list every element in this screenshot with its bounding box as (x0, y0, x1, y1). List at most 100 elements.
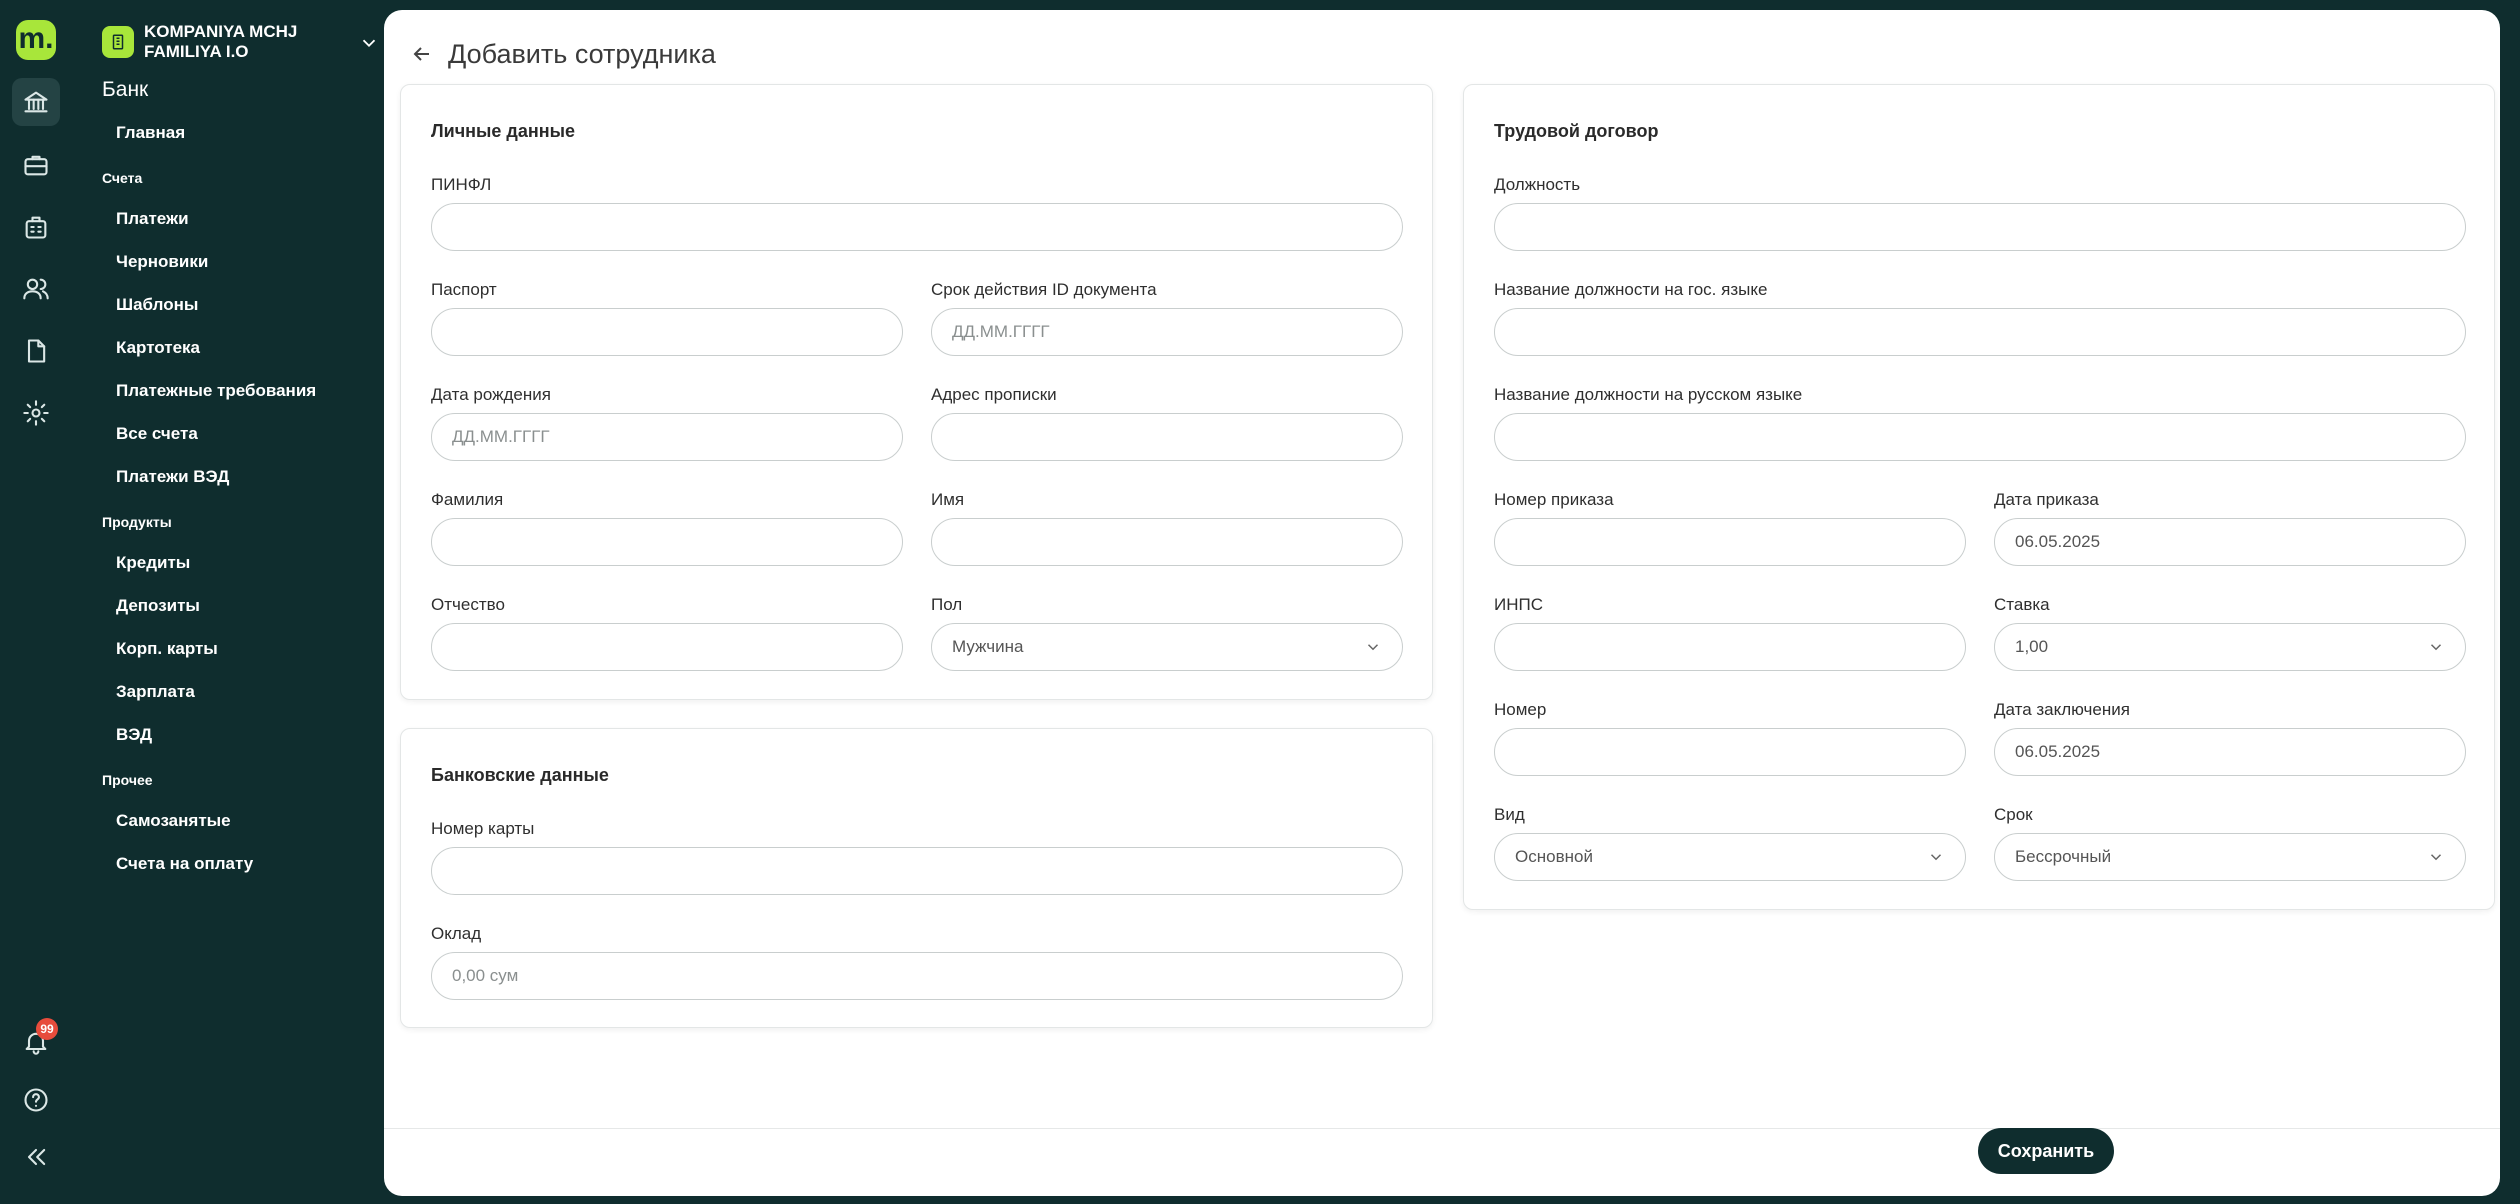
page-title: Добавить сотрудника (448, 38, 716, 69)
document-icon (27, 339, 46, 363)
address-label: Адрес прописки (931, 385, 1057, 404)
rail-help-button[interactable] (12, 1076, 60, 1124)
rail-collapse-button[interactable] (12, 1133, 60, 1181)
patronymic-label: Отчество (431, 595, 505, 614)
briefcase-icon (24, 155, 48, 176)
rail-users-button[interactable] (12, 265, 60, 313)
name-label: Имя (931, 490, 965, 509)
building-icon (112, 34, 124, 50)
menu-section-products: Продукты (102, 514, 172, 530)
sidebar-item-templates[interactable]: Шаблоны (116, 295, 198, 315)
sidebar-item-payments[interactable]: Платежи (116, 209, 189, 229)
gender-label: Пол (931, 595, 963, 614)
inps-label: ИНПС (1494, 595, 1543, 614)
users-icon (23, 278, 49, 300)
doc-expiry-label: Срок действия ID документа (931, 280, 1157, 299)
sidebar-item-fea[interactable]: ВЭД (116, 725, 152, 745)
doc-expiry-input[interactable] (931, 308, 1403, 356)
double-chevron-left-icon (27, 1148, 46, 1166)
menu-section-other: Прочее (102, 772, 153, 788)
save-button[interactable]: Сохранить (1978, 1128, 2114, 1174)
rate-value: 1,00 (2015, 637, 2049, 656)
page-header: Добавить сотрудника (410, 34, 716, 74)
position-ru-label: Название должности на русском языке (1494, 385, 1803, 404)
sidebar-item-corp-cards[interactable]: Корп. карты (116, 639, 218, 659)
order-date-input[interactable] (1994, 518, 2466, 566)
position-state-label: Название должности на гос. языке (1494, 280, 1768, 299)
rail-calculator-button[interactable] (12, 203, 60, 251)
term-label: Срок (1994, 805, 2033, 824)
sidebar-item-self-employed[interactable]: Самозанятые (116, 811, 231, 831)
surname-input[interactable] (431, 518, 903, 566)
address-input[interactable] (931, 413, 1403, 461)
sidebar-item-drafts[interactable]: Черновики (116, 252, 208, 272)
position-input[interactable] (1494, 203, 2466, 251)
sidebar-item-credits[interactable]: Кредиты (116, 553, 190, 573)
help-icon (24, 1088, 48, 1112)
conclusion-date-input[interactable] (1994, 728, 2466, 776)
gender-value: Мужчина (952, 637, 1024, 656)
menu-title: Банк (102, 78, 149, 101)
chevron-down-icon (362, 39, 376, 48)
chevron-down-icon (2430, 644, 2442, 651)
name-input[interactable] (931, 518, 1403, 566)
passport-label: Паспорт (431, 280, 497, 299)
back-arrow-icon[interactable] (410, 42, 434, 66)
card-number-input[interactable] (431, 847, 1403, 895)
patronymic-input[interactable] (431, 623, 903, 671)
contract-title: Трудовой договор (1494, 121, 1659, 141)
personal-data-card: Личные данные ПИНФЛ Паспорт Срок действи… (400, 84, 1433, 700)
gender-select[interactable]: Мужчина (931, 623, 1403, 671)
rail-bank-button[interactable] (12, 78, 60, 126)
type-value: Основной (1515, 847, 1593, 866)
calculator-bag-icon (25, 216, 47, 239)
pinfl-input[interactable] (431, 203, 1403, 251)
sidebar-item-all-accounts[interactable]: Все счета (116, 424, 198, 444)
personal-data-title: Личные данные (431, 121, 575, 141)
conclusion-date-label: Дата заключения (1994, 700, 2130, 719)
term-select[interactable]: Бессрочный (1994, 833, 2466, 881)
order-date-label: Дата приказа (1994, 490, 2099, 509)
bank-data-card: Банковские данные Номер карты Оклад (400, 728, 1433, 1028)
rail-settings-button[interactable] (12, 389, 60, 437)
employment-contract-card: Трудовой договор Должность Название долж… (1463, 84, 2495, 910)
surname-label: Фамилия (431, 490, 504, 509)
app-logo[interactable]: m. (16, 20, 56, 60)
sidebar-item-salary[interactable]: Зарплата (116, 682, 195, 702)
position-ru-input[interactable] (1494, 413, 2466, 461)
rail-briefcase-button[interactable] (12, 141, 60, 189)
sidebar-item-payment-requests[interactable]: Платежные требования (116, 381, 316, 401)
order-number-input[interactable] (1494, 518, 1966, 566)
type-label: Вид (1494, 805, 1525, 824)
sidebar-item-invoices[interactable]: Счета на оплату (116, 854, 253, 874)
company-name: KOMPANIYA MCHJ FAMILIYA I.O (144, 22, 298, 61)
number-input[interactable] (1494, 728, 1966, 776)
order-number-label: Номер приказа (1494, 490, 1614, 509)
bank-data-title: Банковские данные (431, 765, 609, 785)
term-value: Бессрочный (2015, 847, 2112, 866)
company-chevron[interactable] (358, 32, 380, 59)
birth-date-input[interactable] (431, 413, 903, 461)
salary-label: Оклад (431, 924, 482, 943)
chevron-down-icon (1930, 854, 1942, 861)
rate-label: Ставка (1994, 595, 2050, 614)
main-panel: Добавить сотрудника Личные данные ПИНФЛ … (384, 10, 2500, 1196)
passport-input[interactable] (431, 308, 903, 356)
sidebar-item-fea-payments[interactable]: Платежи ВЭД (116, 467, 229, 487)
bank-icon (24, 91, 48, 113)
icon-rail: m. 99 (0, 0, 72, 1204)
salary-input[interactable] (431, 952, 1403, 1000)
position-state-input[interactable] (1494, 308, 2466, 356)
gear-icon (23, 400, 49, 426)
type-select[interactable]: Основной (1494, 833, 1966, 881)
chevron-down-icon (2430, 854, 2442, 861)
inps-input[interactable] (1494, 623, 1966, 671)
sidebar-item-deposits[interactable]: Депозиты (116, 596, 200, 616)
company-switcher[interactable]: KOMPANIYA MCHJ FAMILIYA I.O (102, 20, 384, 64)
rail-documents-button[interactable] (12, 327, 60, 375)
rate-select[interactable]: 1,00 (1994, 623, 2466, 671)
number-label: Номер (1494, 700, 1547, 719)
sidebar-item-card-index[interactable]: Картотека (116, 338, 200, 358)
notifications-badge: 99 (36, 1018, 58, 1040)
sidebar-item-home[interactable]: Главная (116, 123, 185, 143)
